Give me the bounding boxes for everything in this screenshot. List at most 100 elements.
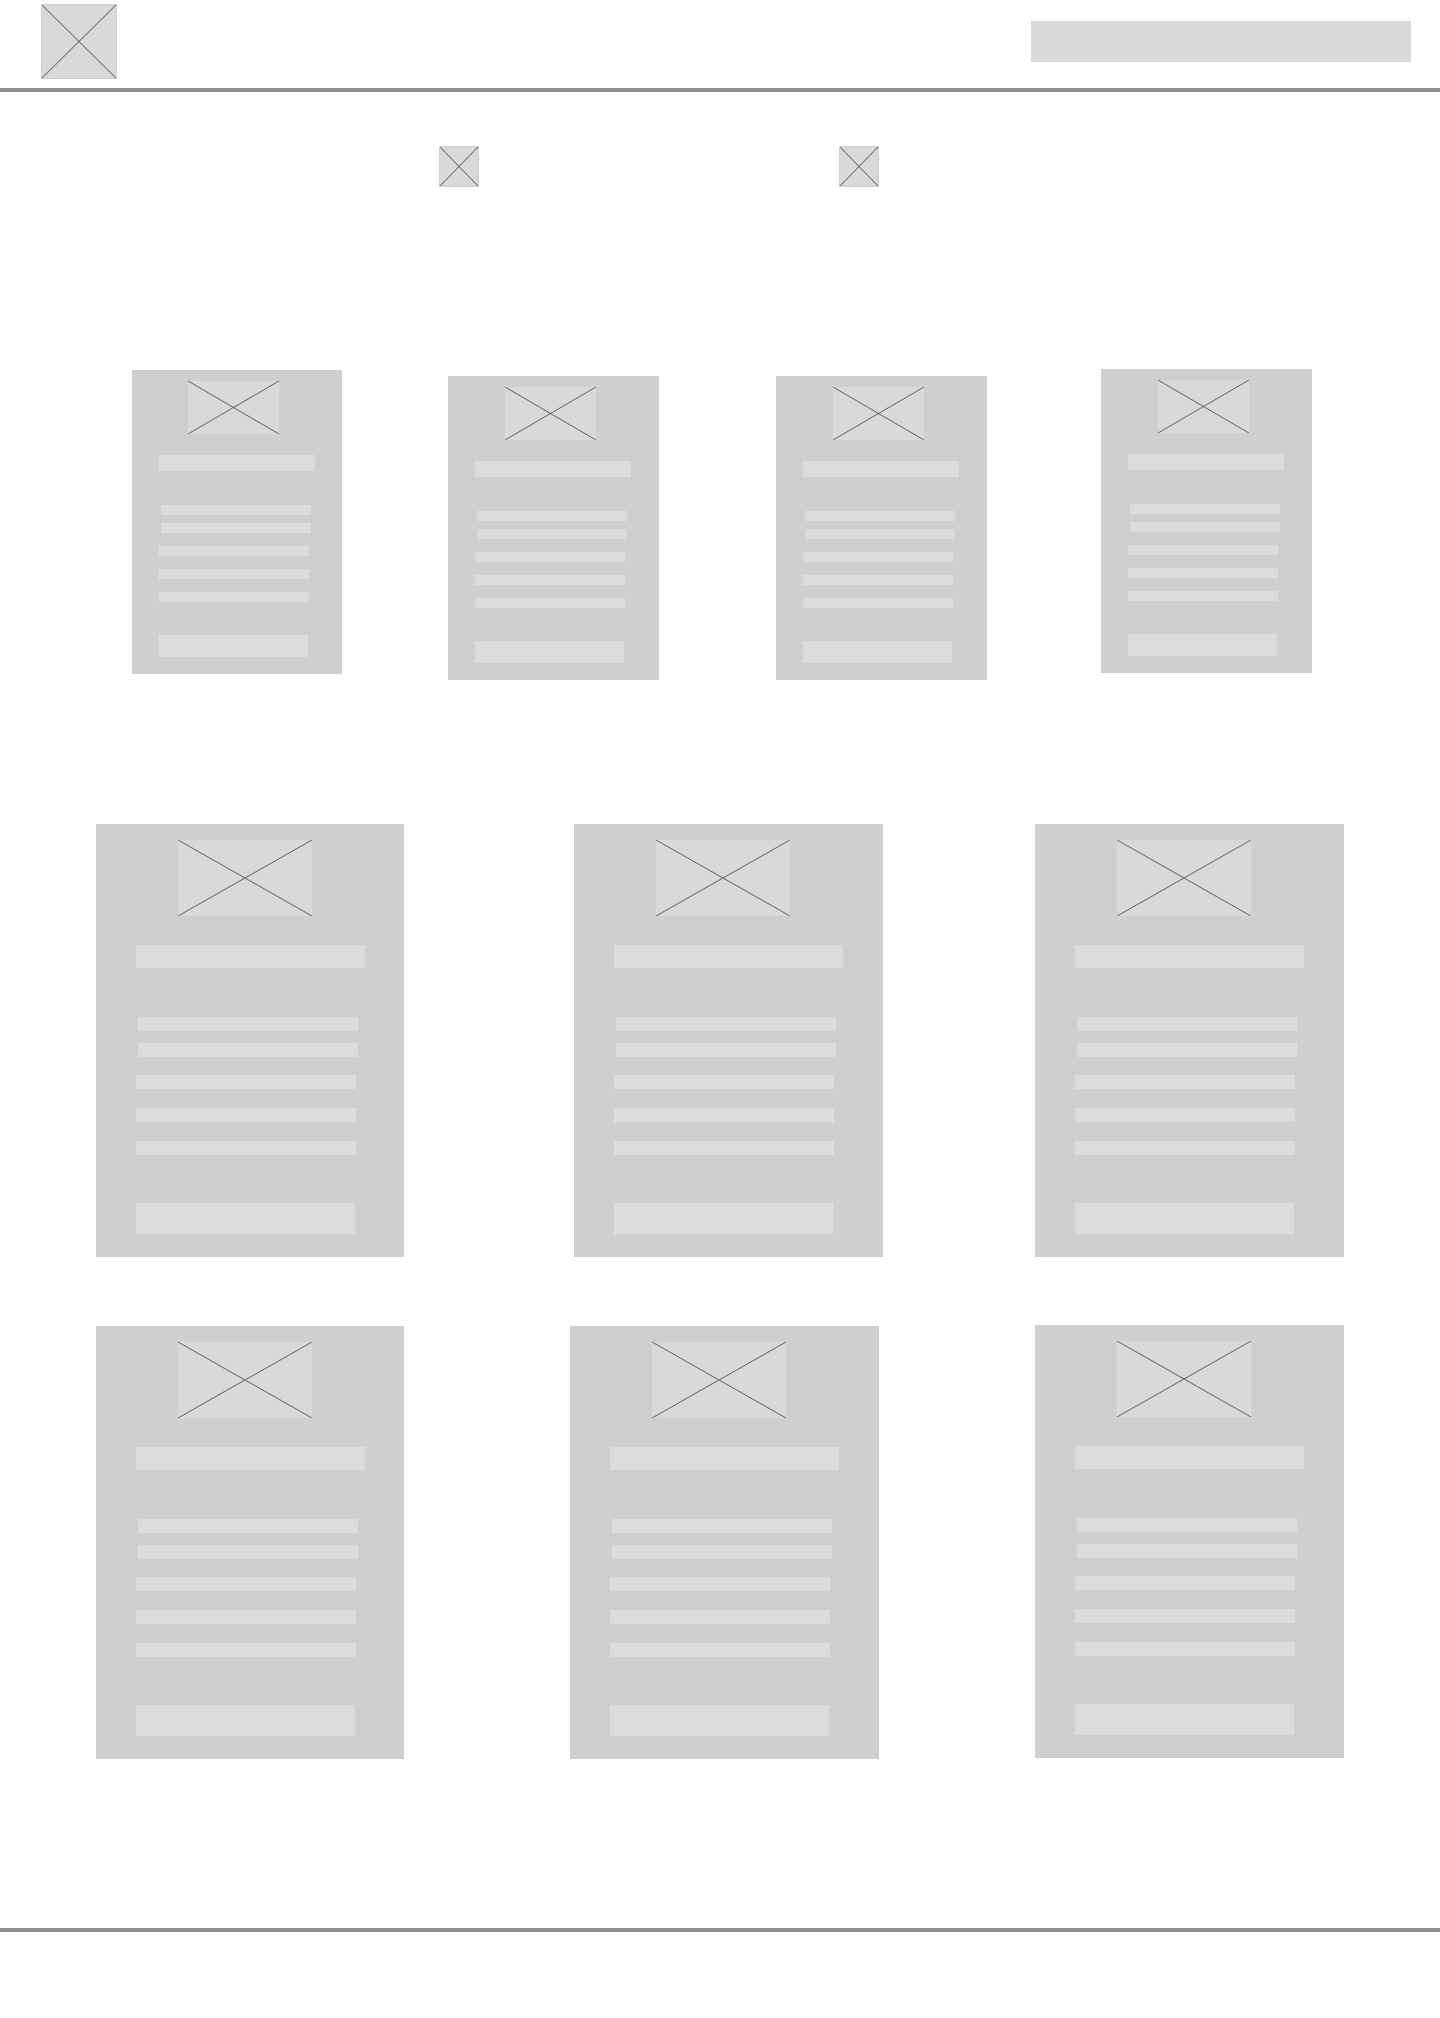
product-card[interactable]	[776, 376, 987, 680]
card-text-line	[1075, 1075, 1295, 1089]
product-card[interactable]	[570, 1326, 879, 1759]
card-text-line	[136, 1643, 356, 1657]
crossed-box-icon	[188, 381, 279, 434]
crossed-box-icon	[1158, 380, 1249, 433]
product-card[interactable]	[132, 370, 342, 674]
card-text-line	[1077, 1518, 1297, 1532]
card-image-placeholder-icon	[1116, 839, 1252, 917]
card-button-placeholder[interactable]	[803, 641, 952, 663]
card-button-placeholder[interactable]	[159, 635, 308, 657]
card-text-line	[614, 1108, 834, 1122]
card-text-line	[475, 598, 625, 608]
card-text-line	[159, 569, 309, 579]
card-text-line	[803, 575, 953, 585]
card-title-placeholder	[614, 945, 843, 968]
crossed-box-icon	[840, 147, 878, 186]
card-text-line	[136, 1577, 356, 1591]
card-text-line	[138, 1545, 358, 1559]
crossed-box-icon	[1117, 1341, 1251, 1417]
card-text-line	[1075, 1609, 1295, 1623]
card-text-line	[610, 1577, 830, 1591]
card-text-line	[159, 546, 309, 556]
footer-divider	[0, 1928, 1440, 1932]
card-text-line	[161, 523, 311, 533]
card-text-line	[477, 529, 627, 539]
card-text-line	[159, 592, 309, 602]
card-button-placeholder[interactable]	[1075, 1704, 1294, 1735]
logo-image-placeholder-icon[interactable]	[41, 4, 117, 79]
card-title-placeholder	[1075, 945, 1304, 968]
product-card[interactable]	[1035, 824, 1344, 1257]
card-text-line	[1075, 1642, 1295, 1656]
card-text-line	[803, 552, 953, 562]
card-text-line	[1075, 1576, 1295, 1590]
nav-image-placeholder-icon[interactable]	[439, 146, 479, 187]
card-text-line	[1128, 545, 1278, 555]
card-text-line	[612, 1545, 832, 1559]
card-title-placeholder	[610, 1447, 839, 1470]
card-text-line	[1130, 504, 1280, 514]
card-text-line	[614, 1075, 834, 1089]
crossed-box-icon	[505, 387, 596, 440]
card-image-placeholder-icon	[187, 380, 280, 435]
card-title-placeholder	[1128, 454, 1284, 470]
card-text-line	[136, 1141, 356, 1155]
card-text-line	[610, 1610, 830, 1624]
card-title-placeholder	[1075, 1446, 1304, 1469]
crossed-box-icon	[652, 1342, 786, 1418]
card-text-line	[803, 598, 953, 608]
crossed-box-icon	[178, 1342, 312, 1418]
card-text-line	[477, 511, 627, 521]
card-text-line	[805, 511, 955, 521]
crossed-box-icon	[1117, 840, 1251, 916]
card-button-placeholder[interactable]	[136, 1705, 355, 1736]
card-text-line	[1075, 1108, 1295, 1122]
card-image-placeholder-icon	[177, 1341, 313, 1419]
crossed-box-icon	[440, 147, 478, 186]
card-button-placeholder[interactable]	[614, 1203, 833, 1234]
card-image-placeholder-icon	[651, 1341, 787, 1419]
header-divider	[0, 88, 1440, 92]
card-button-placeholder[interactable]	[1128, 634, 1277, 656]
card-text-line	[138, 1519, 358, 1533]
crossed-box-icon	[833, 387, 924, 440]
card-text-line	[138, 1043, 358, 1057]
card-title-placeholder	[136, 945, 365, 968]
card-text-line	[616, 1043, 836, 1057]
crossed-box-icon	[656, 840, 790, 916]
nav-image-placeholder-icon[interactable]	[839, 146, 879, 187]
search-input[interactable]	[1031, 21, 1411, 62]
card-text-line	[475, 575, 625, 585]
card-text-line	[614, 1141, 834, 1155]
crossed-box-icon	[178, 840, 312, 916]
card-text-line	[136, 1108, 356, 1122]
card-text-line	[616, 1017, 836, 1031]
product-card[interactable]	[96, 824, 404, 1257]
card-title-placeholder	[136, 1447, 365, 1470]
product-card[interactable]	[96, 1326, 404, 1759]
card-button-placeholder[interactable]	[136, 1203, 355, 1234]
crossed-box-icon	[42, 5, 116, 78]
product-card[interactable]	[574, 824, 883, 1257]
card-title-placeholder	[159, 455, 315, 471]
card-text-line	[161, 505, 311, 515]
card-button-placeholder[interactable]	[1075, 1203, 1294, 1234]
card-text-line	[805, 529, 955, 539]
card-title-placeholder	[475, 461, 631, 477]
card-button-placeholder[interactable]	[475, 641, 624, 663]
card-text-line	[1075, 1141, 1295, 1155]
card-image-placeholder-icon	[177, 839, 313, 917]
card-text-line	[1130, 522, 1280, 532]
card-text-line	[138, 1017, 358, 1031]
product-card[interactable]	[1035, 1325, 1344, 1758]
card-text-line	[1077, 1017, 1297, 1031]
card-text-line	[612, 1519, 832, 1533]
product-card[interactable]	[1101, 369, 1312, 673]
card-image-placeholder-icon	[832, 386, 925, 441]
product-card[interactable]	[448, 376, 659, 680]
card-text-line	[1077, 1544, 1297, 1558]
card-image-placeholder-icon	[1157, 379, 1250, 434]
card-title-placeholder	[803, 461, 959, 477]
card-text-line	[136, 1610, 356, 1624]
card-button-placeholder[interactable]	[610, 1705, 829, 1736]
